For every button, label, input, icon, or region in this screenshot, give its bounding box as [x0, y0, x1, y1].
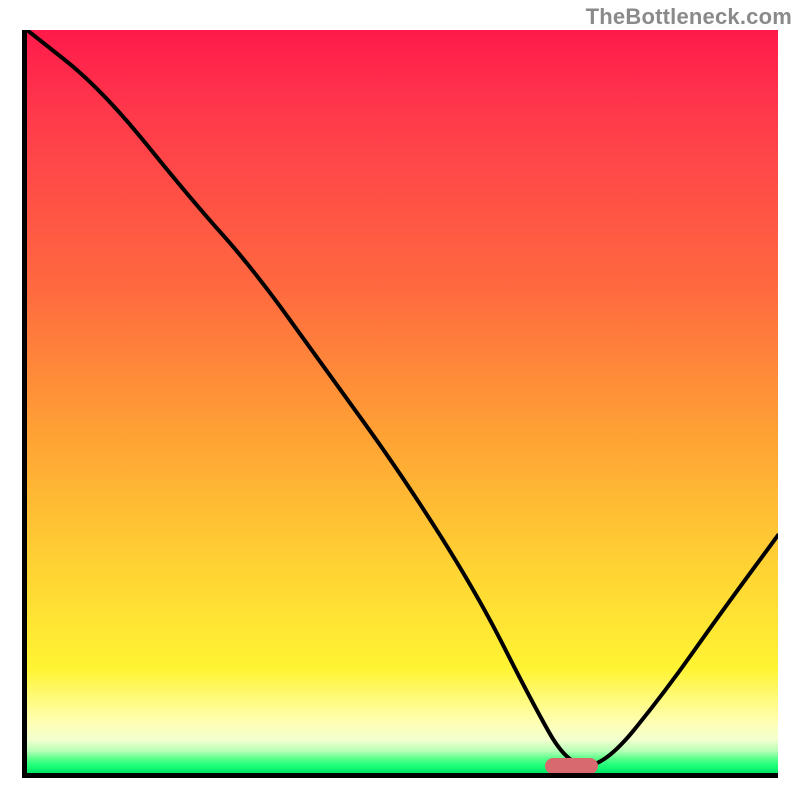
- bottleneck-curve: [27, 30, 778, 773]
- plot-area: [22, 30, 778, 778]
- chart-container: TheBottleneck.com: [0, 0, 800, 800]
- optimal-marker: [545, 758, 598, 774]
- watermark-text: TheBottleneck.com: [586, 4, 792, 30]
